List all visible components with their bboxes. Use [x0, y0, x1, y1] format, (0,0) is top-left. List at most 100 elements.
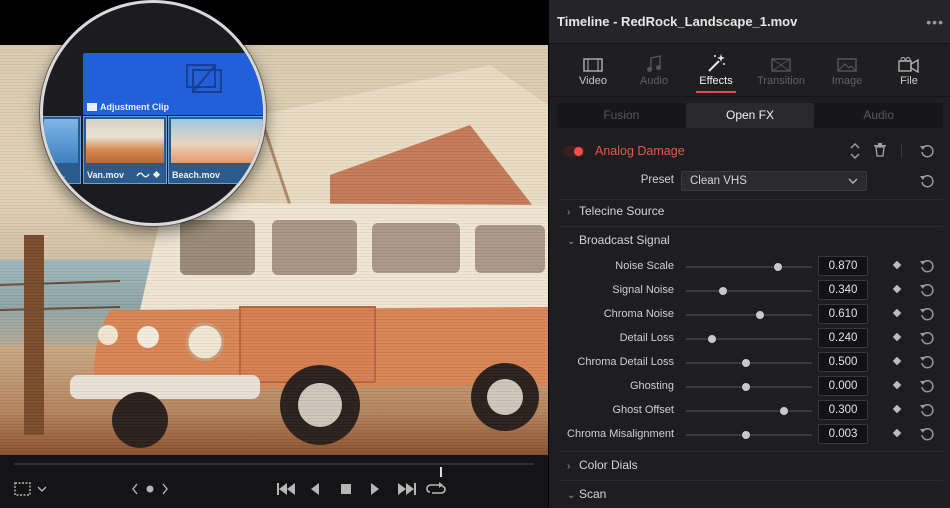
tab-file[interactable]: File — [879, 45, 939, 97]
slider-knob[interactable] — [708, 335, 717, 343]
image-icon — [837, 58, 857, 72]
stop-button[interactable] — [339, 480, 353, 498]
slider-knob[interactable] — [780, 407, 789, 415]
keyframe-icon[interactable] — [892, 380, 902, 390]
timeline-clip[interactable]: EN... — [43, 116, 81, 184]
trash-icon[interactable] — [874, 143, 886, 162]
keyframe-icon[interactable] — [892, 356, 902, 366]
section-broadcast-signal[interactable]: ⌄ Broadcast Signal — [567, 233, 670, 247]
effects-subtabs: Fusion Open FX Audio — [557, 103, 943, 128]
param-value-field[interactable]: 0.870 — [818, 256, 868, 276]
loop-icon[interactable] — [426, 480, 446, 498]
tab-video[interactable]: Video — [563, 45, 623, 97]
clip-name: Van.mov — [87, 170, 125, 180]
slider-knob[interactable] — [773, 263, 782, 271]
clip-name: EN... — [45, 170, 66, 180]
param-value-field[interactable]: 0.610 — [818, 304, 868, 324]
param-slider[interactable] — [686, 335, 812, 343]
param-slider[interactable] — [686, 311, 812, 319]
reset-effect-icon[interactable] — [920, 144, 934, 163]
slider-knob[interactable] — [756, 311, 765, 319]
divider — [559, 451, 943, 452]
timeline-clip-beach[interactable]: Beach.mov — [168, 116, 263, 184]
param-value-field[interactable]: 0.003 — [818, 424, 868, 444]
transition-icon — [771, 58, 791, 72]
section-color-dials[interactable]: › Color Dials — [567, 458, 638, 472]
subtab-fusion[interactable]: Fusion — [557, 103, 686, 128]
param-row: Signal Noise 0.340 — [549, 280, 950, 302]
param-slider[interactable] — [686, 383, 812, 391]
keyframe-icon[interactable] — [892, 332, 902, 342]
section-telecine-source[interactable]: › Telecine Source — [567, 204, 664, 218]
param-value-field[interactable]: 0.240 — [818, 328, 868, 348]
param-label: Ghost Offset — [612, 404, 674, 416]
param-slider[interactable] — [686, 431, 812, 439]
magic-wand-icon — [708, 54, 725, 72]
param-row: Ghosting 0.000 — [549, 376, 950, 398]
param-value-field[interactable]: 0.000 — [818, 376, 868, 396]
tab-label: Video — [579, 75, 607, 87]
jog-control[interactable] — [131, 480, 169, 498]
more-options-icon[interactable]: ••• — [926, 14, 944, 30]
reset-icon[interactable] — [920, 307, 934, 326]
adjustment-clip-label: Adjustment Clip — [100, 102, 169, 112]
param-slider[interactable] — [686, 359, 812, 367]
reset-icon[interactable] — [920, 331, 934, 350]
go-to-end-button[interactable] — [397, 480, 417, 498]
reset-icon[interactable] — [920, 355, 934, 374]
reset-icon[interactable] — [920, 379, 934, 398]
param-slider[interactable] — [686, 263, 812, 271]
tab-audio[interactable]: Audio — [624, 45, 684, 97]
param-slider[interactable] — [686, 407, 812, 415]
adjustment-clip[interactable]: Adjustment Clip — [83, 53, 263, 115]
reset-icon[interactable] — [920, 283, 934, 302]
tab-image[interactable]: Image — [817, 45, 877, 97]
keyframe-icon[interactable] — [892, 308, 902, 318]
tab-transition[interactable]: Transition — [751, 45, 811, 97]
playhead[interactable] — [440, 467, 443, 477]
video-viewer[interactable]: Adjustment Clip EN... Van.mov Beach.mov — [0, 0, 548, 508]
reset-icon[interactable] — [920, 259, 934, 278]
param-slider[interactable] — [686, 287, 812, 295]
subtab-audio[interactable]: Audio — [814, 103, 943, 128]
slider-knob[interactable] — [742, 383, 751, 391]
viewer-options-button[interactable] — [14, 480, 48, 498]
tab-label: Transition — [757, 75, 805, 87]
keyframe-icon[interactable] — [892, 284, 902, 294]
clip-thumbnail — [86, 119, 164, 163]
reset-icon[interactable] — [920, 403, 934, 422]
param-label: Noise Scale — [615, 260, 674, 272]
preset-dropdown[interactable]: Clean VHS — [681, 171, 867, 191]
keyframe-icon[interactable] — [892, 428, 902, 438]
param-value-field[interactable]: 0.340 — [818, 280, 868, 300]
subtab-open-fx[interactable]: Open FX — [685, 103, 815, 128]
slider-knob[interactable] — [742, 359, 751, 367]
keyframe-icon[interactable] — [892, 404, 902, 414]
chevron-down-icon: ⌄ — [567, 490, 576, 501]
scrubber-track[interactable] — [14, 463, 534, 477]
reset-icon[interactable] — [920, 427, 934, 446]
keyframe-icon[interactable] — [892, 260, 902, 270]
active-tab-indicator — [696, 91, 736, 93]
tab-effects[interactable]: Effects — [686, 45, 746, 97]
param-label: Chroma Misalignment — [567, 428, 674, 440]
section-label: Telecine Source — [579, 204, 665, 218]
timeline-clip-van[interactable]: Van.mov — [83, 116, 167, 184]
param-value-field[interactable]: 0.300 — [818, 400, 868, 420]
slider-knob[interactable] — [718, 287, 727, 295]
chevron-down-icon: ⌄ — [567, 236, 576, 247]
divider — [559, 199, 943, 200]
go-to-start-button[interactable] — [276, 480, 296, 498]
divider — [559, 480, 943, 481]
reset-preset-icon[interactable] — [920, 174, 934, 193]
chevron-down-icon — [848, 178, 858, 184]
param-value-field[interactable]: 0.500 — [818, 352, 868, 372]
effect-enable-toggle[interactable] — [563, 146, 585, 157]
play-reverse-button[interactable] — [309, 480, 321, 498]
slider-knob[interactable] — [742, 431, 751, 439]
section-scan[interactable]: ⌄ Scan — [567, 487, 606, 501]
separator — [901, 145, 902, 158]
param-label: Ghosting — [629, 380, 674, 392]
play-button[interactable] — [369, 480, 381, 498]
reorder-icon[interactable] — [850, 142, 860, 165]
